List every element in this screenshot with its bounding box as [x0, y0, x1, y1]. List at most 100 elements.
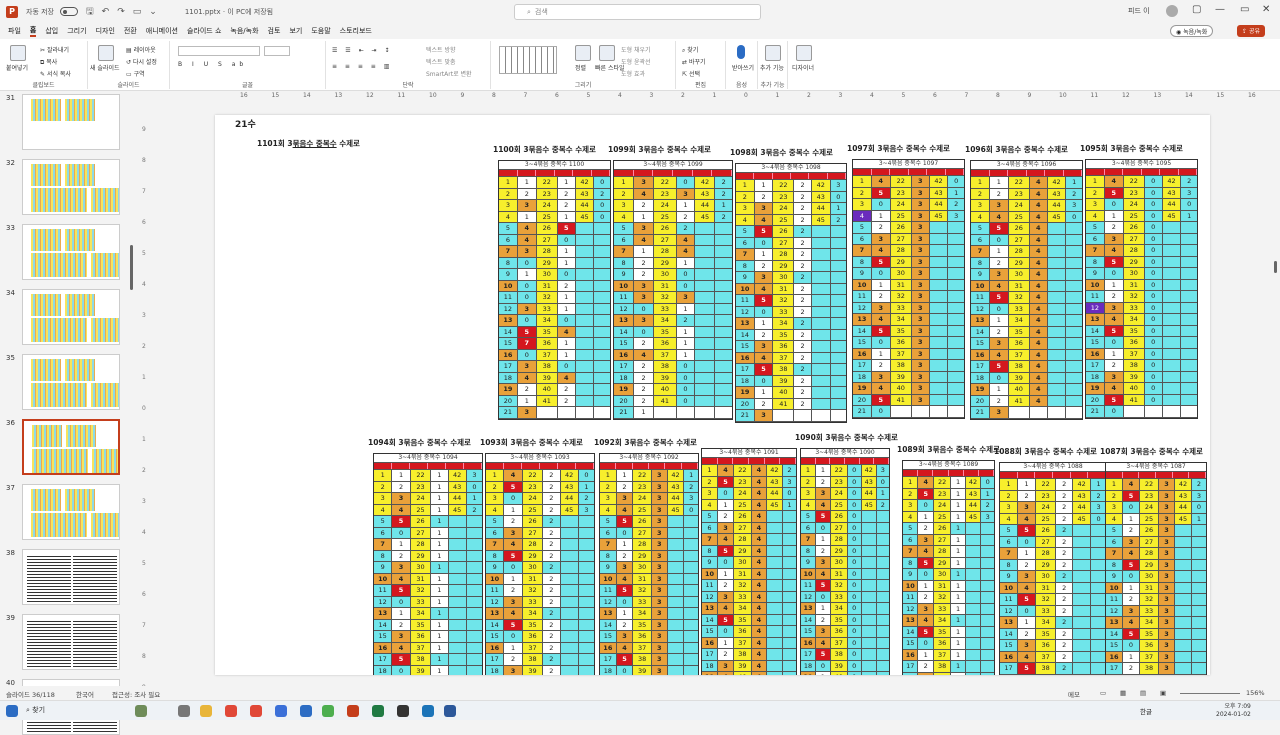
table-cell[interactable]: 0 — [989, 372, 1009, 383]
table-cell[interactable]: 8 — [853, 256, 872, 267]
table-cell[interactable]: 5 — [486, 516, 505, 527]
table-cell[interactable]: 0 — [1144, 233, 1163, 244]
table-cell[interactable]: 3 — [651, 642, 668, 653]
table-cell[interactable]: 35 — [633, 619, 652, 630]
table-cell[interactable] — [876, 660, 889, 671]
table-cell[interactable]: 1 — [871, 210, 891, 221]
table-cell[interactable]: 13 — [486, 608, 505, 619]
table-cell[interactable]: 3 — [911, 187, 930, 198]
addins-icon[interactable] — [765, 45, 781, 61]
table-cell[interactable] — [466, 550, 482, 561]
table-cell[interactable]: 2 — [543, 665, 561, 675]
table-cell[interactable]: 23 — [654, 188, 677, 199]
table-cell[interactable]: 1 — [951, 534, 966, 545]
table-cell[interactable]: 20 — [971, 395, 990, 406]
table-cell[interactable]: 35 — [536, 326, 558, 337]
table-cell[interactable]: 3 — [1159, 536, 1175, 547]
table-cell[interactable]: 45 — [695, 211, 716, 222]
table-cell[interactable] — [1047, 407, 1067, 418]
table-cell[interactable]: 44 — [766, 488, 783, 499]
table-cell[interactable]: 3 — [1159, 628, 1175, 639]
table-cell[interactable]: 4 — [751, 499, 767, 510]
table-cell[interactable]: 21 — [499, 407, 518, 418]
system-clock[interactable]: 오후 7:09 2024-01-02 — [1216, 703, 1251, 719]
table-cell[interactable]: 40 — [890, 383, 912, 394]
table-cell[interactable]: 5 — [1104, 187, 1124, 198]
table-cell[interactable]: 2 — [754, 398, 774, 409]
table-cell[interactable]: 38 — [410, 654, 432, 665]
table-cell[interactable] — [1066, 349, 1083, 360]
table-cell[interactable] — [948, 348, 965, 359]
table-cell[interactable]: 1 — [684, 470, 698, 481]
minimize-icon[interactable]: — — [1215, 4, 1225, 15]
table-cell[interactable]: 2 — [717, 511, 734, 522]
table-cell[interactable]: 25 — [633, 504, 652, 515]
table-cell[interactable]: 1 — [676, 257, 696, 268]
replace-button[interactable]: ⇄ 바꾸기 — [682, 57, 706, 66]
table-cell[interactable]: 10 — [614, 280, 635, 291]
table-cell[interactable]: 8 — [702, 545, 718, 556]
table-cell[interactable]: 35 — [933, 626, 952, 637]
table-cell[interactable] — [1066, 407, 1083, 418]
table-cell[interactable]: 3 — [911, 268, 930, 279]
table-cell[interactable]: 29 — [1008, 257, 1030, 268]
table-cell[interactable]: 2 — [616, 481, 634, 492]
close-icon[interactable]: ✕ — [1262, 4, 1270, 15]
table-cell[interactable]: 0 — [1104, 406, 1124, 417]
table-cell[interactable] — [766, 557, 783, 568]
table-cell[interactable]: 3 — [486, 493, 505, 504]
table-cell[interactable]: 39 — [1123, 371, 1145, 382]
table-cell[interactable]: 31 — [1140, 582, 1159, 593]
table-cell[interactable]: 13 — [801, 603, 816, 614]
table-cell[interactable] — [1181, 256, 1198, 267]
table-cell[interactable]: 39 — [1008, 372, 1030, 383]
table-cell[interactable]: 1 — [374, 470, 393, 481]
table-cell[interactable]: 15 — [801, 626, 816, 637]
table-cell[interactable]: 4 — [751, 522, 767, 533]
table-cell[interactable]: 23 — [890, 187, 912, 198]
table-cell[interactable]: 3 — [517, 361, 537, 372]
table-cell[interactable]: 1 — [504, 573, 523, 584]
table-cell[interactable]: 1 — [989, 246, 1009, 257]
table-cell[interactable] — [560, 596, 579, 607]
table-cell[interactable]: 31 — [933, 580, 952, 591]
table-cell[interactable]: 44 — [560, 493, 579, 504]
table-cell[interactable]: 23 — [1036, 490, 1057, 501]
table-cell[interactable]: 3 — [903, 500, 919, 511]
table-cell[interactable]: 37 — [1123, 348, 1145, 359]
table-cell[interactable]: 20 — [736, 398, 755, 409]
table-cell[interactable]: 19 — [736, 387, 755, 398]
table-cell[interactable]: 4 — [1029, 246, 1048, 257]
table-cell[interactable]: 1 — [830, 203, 846, 214]
table-cell[interactable] — [466, 562, 482, 573]
table-cell[interactable]: 1 — [616, 608, 634, 619]
table-cell[interactable]: 2 — [1056, 628, 1074, 639]
table-cell[interactable]: 1 — [951, 580, 966, 591]
table-cell[interactable]: 3 — [1192, 490, 1206, 501]
table-cell[interactable] — [575, 303, 595, 314]
table-cell[interactable]: 31 — [1036, 582, 1057, 593]
table-cell[interactable] — [1181, 337, 1198, 348]
table-cell[interactable] — [695, 257, 716, 268]
table-cell[interactable] — [654, 407, 677, 418]
table-cell[interactable]: 8 — [971, 257, 990, 268]
table-cell[interactable]: 39 — [733, 660, 752, 671]
table-cell[interactable] — [876, 603, 889, 614]
table-cell[interactable]: 34 — [633, 608, 652, 619]
lotto-table[interactable]: 3~4묶음 중복수 1097 1 4 22 3 42 0 2 5 23 3 43 1 3 0 24 3 44 2 4 1… — [852, 159, 965, 419]
table-cell[interactable] — [948, 245, 965, 256]
table-cell[interactable] — [782, 614, 796, 625]
table-cell[interactable] — [695, 234, 716, 245]
table-cell[interactable] — [684, 608, 698, 619]
table-cell[interactable]: 2 — [1123, 663, 1140, 674]
table-cell[interactable]: 36 — [733, 626, 752, 637]
table-cell[interactable]: 45 — [560, 504, 579, 515]
table-cell[interactable] — [1091, 663, 1107, 674]
table-cell[interactable]: 0 — [1018, 536, 1037, 547]
chrome-profile-icon[interactable] — [250, 705, 262, 717]
table-cell[interactable]: 26 — [1140, 525, 1159, 536]
table-cell[interactable]: 11 — [499, 292, 518, 303]
table-cell[interactable]: 16 — [1086, 348, 1105, 359]
table-cell[interactable] — [1162, 383, 1182, 394]
table-cell[interactable]: 35 — [890, 325, 912, 336]
